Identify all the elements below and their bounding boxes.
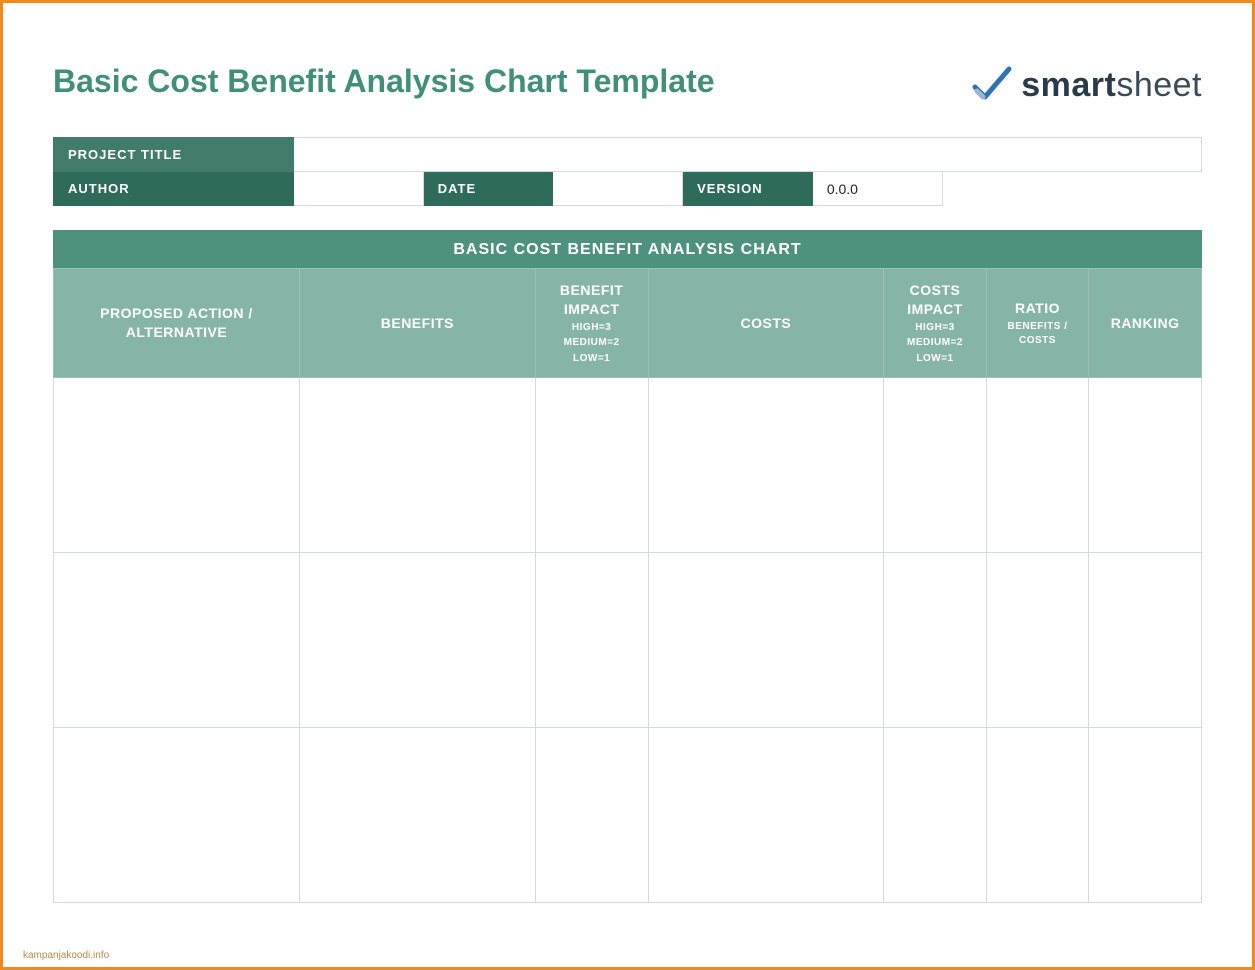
cell-proposed[interactable] [54, 553, 300, 728]
date-input[interactable] [553, 172, 683, 206]
version-input[interactable]: 0.0.0 [812, 172, 942, 206]
cell-benefit-impact[interactable] [535, 728, 648, 903]
cell-costs-impact[interactable] [884, 728, 987, 903]
col-proposed: PROPOSED ACTION / ALTERNATIVE [54, 269, 300, 378]
analysis-table: PROPOSED ACTION / ALTERNATIVE BENEFITS B… [53, 268, 1202, 903]
cell-ranking[interactable] [1089, 553, 1202, 728]
logo-text-light: sheet [1116, 66, 1202, 104]
cell-benefits[interactable] [300, 553, 536, 728]
date-label: DATE [423, 172, 553, 206]
cell-costs[interactable] [648, 553, 884, 728]
checkmark-icon [969, 63, 1013, 107]
author-label: AUTHOR [54, 172, 294, 206]
cell-proposed[interactable] [54, 728, 300, 903]
col-costs-impact: COSTS IMPACT HIGH=3 MEDIUM=2 LOW=1 [884, 269, 987, 378]
cell-ratio[interactable] [986, 553, 1089, 728]
watermark: kampanjakoodi.info [23, 950, 109, 961]
cell-ranking[interactable] [1089, 378, 1202, 553]
cell-costs-impact[interactable] [884, 378, 987, 553]
col-ranking: RANKING [1089, 269, 1202, 378]
col-benefits: BENEFITS [300, 269, 536, 378]
project-title-input[interactable] [294, 138, 1202, 172]
project-title-label: PROJECT TITLE [54, 138, 294, 172]
table-row [54, 728, 1202, 903]
brand-logo: smartsheet [969, 63, 1202, 107]
col-costs: COSTS [648, 269, 884, 378]
cell-ratio[interactable] [986, 378, 1089, 553]
logo-text-bold: smart [1021, 66, 1116, 104]
cell-benefits[interactable] [300, 728, 536, 903]
meta-table: PROJECT TITLE AUTHOR DATE VERSION 0.0.0 [53, 137, 1202, 206]
cell-benefit-impact[interactable] [535, 378, 648, 553]
cell-ratio[interactable] [986, 728, 1089, 903]
col-ratio: RATIO BENEFITS / COSTS [986, 269, 1089, 378]
cell-costs[interactable] [648, 378, 884, 553]
cell-benefits[interactable] [300, 378, 536, 553]
cell-proposed[interactable] [54, 378, 300, 553]
version-label: VERSION [683, 172, 813, 206]
table-row [54, 553, 1202, 728]
table-row [54, 378, 1202, 553]
page-title: Basic Cost Benefit Analysis Chart Templa… [53, 63, 715, 100]
author-input[interactable] [294, 172, 424, 206]
cell-costs-impact[interactable] [884, 553, 987, 728]
cell-costs[interactable] [648, 728, 884, 903]
chart-banner: BASIC COST BENEFIT ANALYSIS CHART [53, 230, 1202, 268]
cell-benefit-impact[interactable] [535, 553, 648, 728]
col-benefit-impact: BENEFIT IMPACT HIGH=3 MEDIUM=2 LOW=1 [535, 269, 648, 378]
cell-ranking[interactable] [1089, 728, 1202, 903]
